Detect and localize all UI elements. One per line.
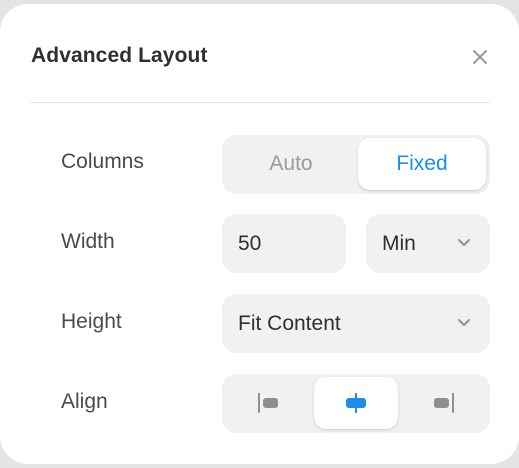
align-right-icon — [434, 393, 454, 413]
height-label: Height — [61, 310, 122, 333]
align-left-button[interactable] — [226, 377, 310, 429]
align-right-button[interactable] — [402, 377, 486, 429]
width-unit-value: Min — [382, 231, 416, 255]
chevron-down-icon — [458, 239, 470, 246]
header-divider — [30, 102, 490, 103]
columns-option-fixed[interactable]: Fixed — [358, 138, 486, 190]
dialog-title: Advanced Layout — [31, 44, 208, 67]
height-select[interactable]: Fit Content — [222, 294, 490, 353]
width-input[interactable]: 50 — [222, 214, 346, 273]
width-unit-select[interactable]: Min — [366, 214, 490, 273]
columns-label: Columns — [61, 150, 144, 173]
chevron-down-icon — [458, 319, 470, 326]
advanced-layout-dialog: Advanced Layout Columns Auto Fixed Width… — [0, 4, 519, 464]
columns-segmented-control: Auto Fixed — [222, 135, 490, 194]
height-value: Fit Content — [238, 311, 341, 335]
close-button[interactable] — [466, 43, 494, 71]
align-left-icon — [258, 393, 278, 413]
width-label: Width — [61, 230, 115, 253]
columns-option-auto[interactable]: Auto — [226, 138, 356, 190]
align-segmented-control — [222, 374, 490, 433]
align-center-icon — [346, 393, 366, 413]
close-icon — [473, 50, 487, 64]
align-label: Align — [61, 390, 108, 413]
align-center-button[interactable] — [314, 377, 398, 429]
